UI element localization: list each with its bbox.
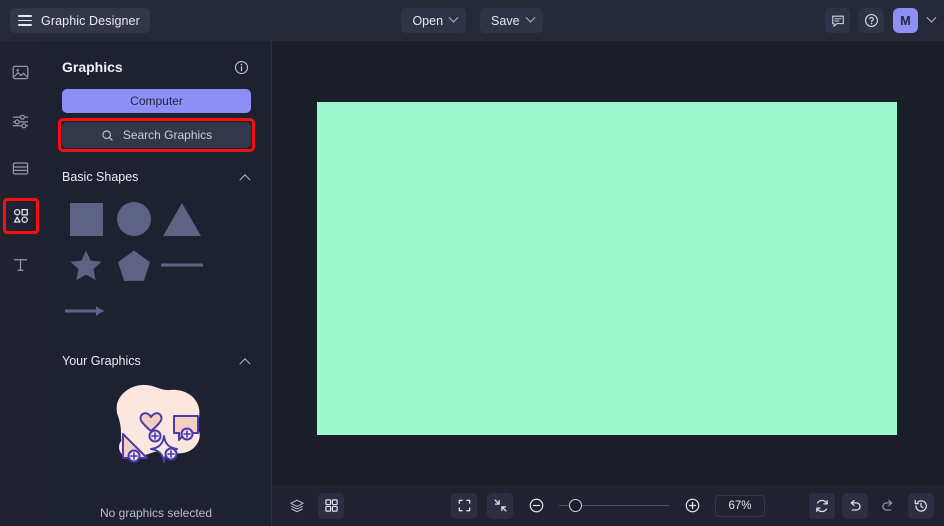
undo-button[interactable] <box>842 492 868 519</box>
section-basic-shapes-title: Basic Shapes <box>62 170 139 184</box>
undo-icon <box>850 499 861 511</box>
history-controls <box>809 492 934 519</box>
collapse-button[interactable] <box>487 492 513 519</box>
zoom-level-value[interactable]: 67% <box>715 494 765 517</box>
search-icon <box>102 129 113 141</box>
zoom-in-icon <box>685 498 699 513</box>
fit-screen-icon <box>458 499 470 512</box>
design-canvas[interactable] <box>317 102 897 435</box>
shape-pentagon[interactable] <box>110 242 158 288</box>
sidebar-item-text[interactable] <box>6 249 36 279</box>
computer-button[interactable]: Computer <box>62 89 251 113</box>
open-menu-label: Open <box>412 13 444 28</box>
layers-icon <box>290 499 304 512</box>
canvas-stage[interactable] <box>272 41 944 485</box>
search-graphics-highlight: Search Graphics <box>58 118 255 152</box>
help-button[interactable] <box>859 8 884 33</box>
app-root: Graphic Designer Open Save M Graphics Co… <box>0 0 944 526</box>
open-menu-button[interactable]: Open <box>401 8 467 33</box>
zoom-out-button[interactable] <box>523 493 549 519</box>
avatar[interactable]: M <box>893 8 918 33</box>
star-icon <box>70 250 102 280</box>
layers-button[interactable] <box>284 493 310 519</box>
history-icon <box>914 499 927 512</box>
help-circle-icon <box>865 14 878 27</box>
comment-button[interactable] <box>825 8 850 33</box>
empty-state-illustration <box>41 374 271 494</box>
history-button[interactable] <box>908 492 934 519</box>
collapse-icon <box>493 499 507 512</box>
graphics-panel: Graphics Computer Search Graphics Basic … <box>41 41 272 526</box>
avatar-chevron-down-icon[interactable] <box>926 12 937 23</box>
shape-line[interactable] <box>158 242 206 288</box>
reset-icon <box>816 499 828 512</box>
left-rail <box>0 41 41 526</box>
panel-header: Graphics <box>41 41 271 75</box>
shape-arrow[interactable] <box>62 288 110 334</box>
chevron-down-icon <box>448 12 459 23</box>
section-your-graphics-header[interactable]: Your Graphics <box>41 354 271 370</box>
shape-triangle[interactable] <box>158 196 206 242</box>
sidebar-item-image[interactable] <box>6 57 36 87</box>
pentagon-icon <box>118 250 150 281</box>
chevron-down-icon <box>525 12 535 23</box>
text-icon <box>13 258 28 271</box>
basic-shapes-grid <box>41 184 271 334</box>
section-your-graphics-title: Your Graphics <box>62 354 141 368</box>
page-title: Graphics <box>62 59 123 75</box>
app-title: Graphic Designer <box>41 13 140 28</box>
save-menu-button[interactable]: Save <box>480 8 543 33</box>
zoom-slider[interactable] <box>559 496 669 516</box>
hamburger-icon[interactable] <box>18 15 32 26</box>
comment-icon <box>831 15 844 27</box>
sidebar-item-adjustments[interactable] <box>6 105 36 135</box>
empty-state-text: No graphics selected <box>99 506 213 520</box>
arrow-icon <box>65 306 104 316</box>
line-icon <box>161 263 203 267</box>
fit-screen-button[interactable] <box>451 492 477 519</box>
layout-icon <box>12 161 29 175</box>
shape-circle[interactable] <box>110 196 158 242</box>
redo-icon <box>882 499 893 511</box>
image-icon <box>12 65 29 79</box>
app-menu-button[interactable]: Graphic Designer <box>10 8 150 33</box>
sidebar-item-graphics[interactable] <box>2 198 39 234</box>
bottom-bar: 67% <box>272 485 944 526</box>
info-icon[interactable] <box>234 60 249 75</box>
sidebar-item-layout[interactable] <box>6 153 36 183</box>
bottom-left-tools <box>284 492 344 519</box>
search-input[interactable]: Search Graphics <box>62 122 251 148</box>
reset-button[interactable] <box>809 492 835 519</box>
graphics-blob-illustration <box>116 384 200 463</box>
shape-square[interactable] <box>62 196 110 242</box>
zoom-slider-handle[interactable] <box>568 499 582 512</box>
top-right-actions: M <box>825 0 937 41</box>
save-menu-label: Save <box>491 13 520 28</box>
shape-star[interactable] <box>62 242 110 288</box>
grid-button[interactable] <box>318 492 344 519</box>
adjustments-icon <box>12 114 29 128</box>
top-bar: Graphic Designer <box>0 0 944 41</box>
shapes-icon <box>13 208 28 223</box>
zoom-out-icon <box>529 498 543 513</box>
zoom-in-button[interactable] <box>679 493 705 519</box>
grid-icon <box>324 499 338 512</box>
redo-button[interactable] <box>875 493 901 519</box>
chevron-up-icon[interactable] <box>239 358 251 370</box>
section-basic-shapes-header[interactable]: Basic Shapes <box>41 170 271 186</box>
search-input-text: Search Graphics <box>122 128 213 142</box>
